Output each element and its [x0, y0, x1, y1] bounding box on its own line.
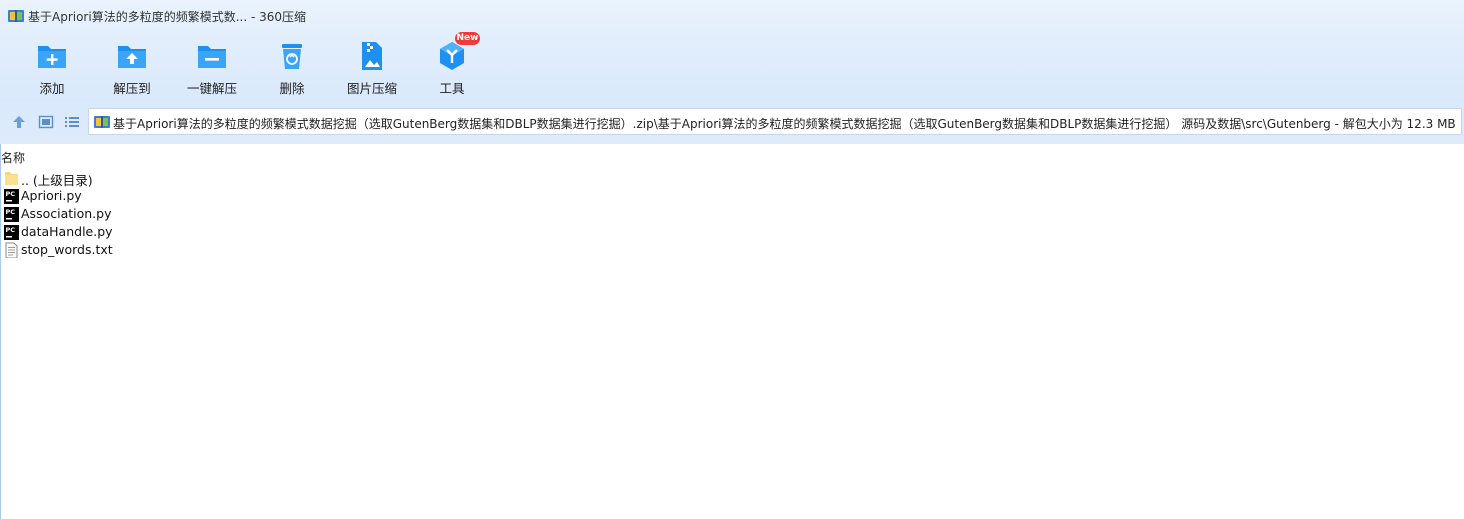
list-item-file[interactable]: stop_words.txt [0, 241, 1464, 259]
tools-button[interactable]: 工具 [412, 36, 492, 100]
new-badge: New [455, 32, 480, 45]
window-chrome: 基于Apriori算法的多粒度的频繁模式数... - 360压缩 添加 解压到 [0, 0, 1464, 144]
archive-app-icon [8, 10, 24, 22]
thumbnail-view-icon[interactable] [38, 114, 54, 130]
svg-text:PC: PC [6, 190, 16, 198]
list-item-file[interactable]: PC Apriori.py [0, 187, 1464, 205]
svg-text:PC: PC [6, 208, 16, 216]
address-path: 基于Apriori算法的多粒度的频繁模式数据挖掘（选取GutenBerg数据集和… [113, 117, 1456, 131]
add-label: 添加 [39, 81, 65, 96]
toolbar: 添加 解压到 一键解压 删除 图片压缩 工具 [0, 36, 1464, 100]
text-file-icon [5, 242, 18, 258]
one-click-extract-label: 一键解压 [186, 81, 237, 96]
pycharm-file-icon: PC [4, 225, 19, 240]
file-name: Association.py [21, 206, 112, 221]
up-arrow-icon[interactable] [11, 114, 27, 130]
image-compress-button[interactable]: 图片压缩 [332, 36, 412, 100]
delete-button[interactable]: 删除 [252, 36, 332, 100]
file-name: Apriori.py [21, 188, 82, 203]
file-name: stop_words.txt [21, 242, 113, 257]
list-item-file[interactable]: PC Association.py [0, 205, 1464, 223]
file-list: .. (上级目录) PC Apriori.py PC Association.p… [0, 169, 1464, 259]
add-button[interactable]: 添加 [12, 36, 92, 100]
list-item-file[interactable]: PC dataHandle.py [0, 223, 1464, 241]
pycharm-file-icon: PC [4, 189, 19, 204]
extract-to-icon [118, 46, 146, 68]
file-name: dataHandle.py [21, 224, 113, 239]
delete-icon [282, 44, 302, 69]
extract-to-button[interactable]: 解压到 [92, 36, 172, 100]
list-view-icon[interactable] [64, 114, 80, 130]
column-header-name[interactable]: 名称 [1, 149, 25, 166]
add-folder-icon [38, 46, 66, 68]
archive-path-icon [94, 116, 110, 128]
extract-to-label: 解压到 [113, 81, 151, 96]
image-compress-label: 图片压缩 [346, 81, 397, 96]
address-bar[interactable]: 基于Apriori算法的多粒度的频繁模式数据挖掘（选取GutenBerg数据集和… [88, 108, 1462, 135]
one-click-extract-button[interactable]: 一键解压 [172, 36, 252, 100]
navigation-bar: 基于Apriori算法的多粒度的频繁模式数据挖掘（选取GutenBerg数据集和… [0, 108, 1464, 136]
delete-label: 删除 [279, 81, 305, 96]
svg-text:PC: PC [6, 226, 16, 234]
tools-label: 工具 [439, 81, 465, 96]
pycharm-file-icon: PC [4, 207, 19, 222]
folder-icon [5, 172, 18, 185]
list-item-parent-dir[interactable]: .. (上级目录) [0, 169, 1464, 188]
image-compress-icon [362, 42, 382, 70]
window-title: 基于Apriori算法的多粒度的频繁模式数... - 360压缩 [28, 10, 307, 24]
title-bar: 基于Apriori算法的多粒度的频繁模式数... - 360压缩 [0, 0, 1464, 32]
one-click-extract-icon [198, 46, 226, 68]
